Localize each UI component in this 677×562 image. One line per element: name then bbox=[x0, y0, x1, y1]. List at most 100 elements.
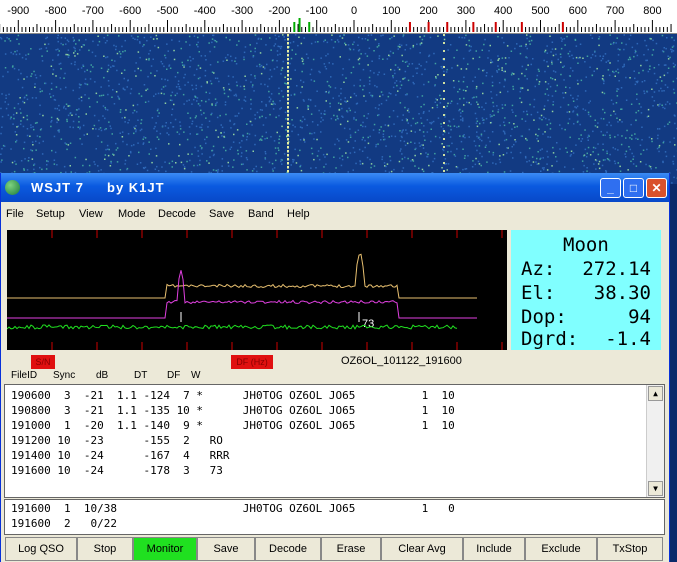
average-row: 191600 2 0/22 bbox=[11, 517, 117, 530]
dgrd-label: Dgrd: bbox=[521, 328, 579, 350]
scroll-up-arrow[interactable]: ▲ bbox=[648, 386, 663, 401]
menu-file[interactable]: File bbox=[6, 208, 24, 220]
menu-help[interactable]: Help bbox=[287, 208, 310, 220]
tone-marker-label: 73 bbox=[362, 318, 374, 330]
signal-trace bbox=[287, 86, 289, 89]
ruler-label: 100 bbox=[382, 5, 400, 17]
save-button[interactable]: Save bbox=[197, 537, 255, 561]
maximize-button[interactable]: □ bbox=[623, 178, 644, 198]
ruler-label: 600 bbox=[569, 5, 587, 17]
header-db: dB bbox=[96, 370, 109, 381]
signal-trace bbox=[287, 70, 289, 73]
signal-trace bbox=[287, 114, 289, 117]
signal-trace bbox=[287, 102, 289, 105]
signal-trace bbox=[287, 150, 289, 153]
ruler-label: -500 bbox=[156, 5, 178, 17]
signal-trace bbox=[287, 134, 289, 137]
signal-trace bbox=[287, 34, 289, 37]
signal-trace bbox=[287, 94, 289, 97]
menu-view[interactable]: View bbox=[79, 208, 103, 220]
signal-trace bbox=[443, 138, 445, 140]
average-text-box[interactable]: 191600 1 10/38 JH0TOG OZ6OL JO65 1 0 191… bbox=[4, 499, 665, 535]
header-dt: DT bbox=[134, 370, 148, 381]
signal-trace bbox=[443, 170, 445, 172]
decode-row: 190600 3 -21 1.1 -124 7 * JH0TOG OZ6OL J… bbox=[11, 389, 455, 402]
az-value: 272.14 bbox=[582, 258, 651, 280]
signal-trace bbox=[443, 58, 445, 60]
ruler-label: -400 bbox=[194, 5, 216, 17]
sync-badge: S/N bbox=[31, 355, 55, 369]
ruler-label: -800 bbox=[45, 5, 67, 17]
monitor-button[interactable]: Monitor bbox=[133, 537, 197, 561]
signal-trace bbox=[443, 98, 445, 100]
signal-trace bbox=[443, 114, 445, 116]
decoded-text-box[interactable]: 190600 3 -21 1.1 -124 7 * JH0TOG OZ6OL J… bbox=[4, 384, 665, 498]
dop-label: Dop: bbox=[521, 306, 567, 328]
spectrum-plot[interactable]: 73 bbox=[6, 230, 507, 350]
signal-trace bbox=[287, 162, 289, 165]
signal-trace bbox=[443, 146, 445, 148]
decode-row: 191600 10 -24 -178 3 73 bbox=[11, 464, 223, 477]
signal-trace bbox=[287, 58, 289, 61]
signal-trace bbox=[287, 66, 289, 69]
frequency-ruler: -900 -800 -700 -600 -500 -400 -300 -200 -100 0 100… bbox=[0, 0, 677, 34]
signal-trace bbox=[287, 122, 289, 125]
menu-band[interactable]: Band bbox=[248, 208, 274, 220]
signal-trace bbox=[287, 62, 289, 65]
clear-avg-button[interactable]: Clear Avg bbox=[381, 537, 463, 561]
signal-trace bbox=[287, 90, 289, 93]
exclude-button[interactable]: Exclude bbox=[525, 537, 597, 561]
signal-trace bbox=[287, 74, 289, 77]
signal-trace bbox=[287, 166, 289, 169]
signal-trace bbox=[287, 146, 289, 149]
menu-decode[interactable]: Decode bbox=[158, 208, 196, 220]
title-bar[interactable]: WSJT 7 by K1JT _ □ ✕ bbox=[1, 173, 669, 202]
frequency-scale: -900 -800 -700 -600 -500 -400 -300 -200 -100 0 100… bbox=[0, 5, 672, 32]
signal-trace bbox=[287, 158, 289, 161]
erase-button[interactable]: Erase bbox=[321, 537, 381, 561]
globe-icon bbox=[5, 180, 20, 195]
trace-orange bbox=[7, 253, 477, 299]
decode-scrollbar[interactable]: ▲ ▼ bbox=[646, 385, 664, 497]
signal-trace bbox=[443, 82, 445, 84]
trace-green bbox=[6, 324, 458, 330]
el-label: El: bbox=[521, 282, 556, 304]
signal-trace bbox=[443, 122, 445, 124]
include-button[interactable]: Include bbox=[463, 537, 525, 561]
ruler-label: 0 bbox=[351, 5, 357, 17]
dop-value: 94 bbox=[628, 306, 651, 328]
menu-save[interactable]: Save bbox=[209, 208, 234, 220]
signal-trace bbox=[443, 162, 445, 164]
current-filename: OZ6OL_101122_191600 bbox=[341, 355, 462, 367]
stop-button[interactable]: Stop bbox=[77, 537, 133, 561]
ruler-label: -300 bbox=[231, 5, 253, 17]
close-button[interactable]: ✕ bbox=[646, 178, 667, 198]
waterfall-canvas bbox=[0, 34, 677, 184]
menu-setup[interactable]: Setup bbox=[36, 208, 65, 220]
signal-trace bbox=[287, 54, 289, 57]
signal-trace bbox=[443, 154, 445, 156]
scroll-down-arrow[interactable]: ▼ bbox=[648, 481, 663, 496]
waterfall-display[interactable] bbox=[0, 34, 677, 184]
decode-button[interactable]: Decode bbox=[255, 537, 321, 561]
log-qso-button[interactable]: Log QSO bbox=[5, 537, 77, 561]
menu-mode[interactable]: Mode bbox=[118, 208, 146, 220]
signal-trace bbox=[287, 126, 289, 129]
ruler-label: -600 bbox=[119, 5, 141, 17]
ruler-label: -100 bbox=[306, 5, 328, 17]
ruler-label: 200 bbox=[419, 5, 437, 17]
decode-row: 191400 10 -24 -167 4 RRR bbox=[11, 449, 230, 462]
header-fileid: FileID bbox=[11, 370, 38, 381]
signal-trace bbox=[287, 46, 289, 49]
signal-trace bbox=[287, 42, 289, 45]
waterfall-bg bbox=[0, 34, 677, 184]
ruler-label: 400 bbox=[494, 5, 512, 17]
signal-trace bbox=[287, 130, 289, 133]
signal-trace bbox=[443, 106, 445, 108]
ruler-label: -900 bbox=[7, 5, 29, 17]
signal-trace bbox=[287, 38, 289, 41]
txstop-button[interactable]: TxStop bbox=[597, 537, 663, 561]
header-df: DF bbox=[167, 370, 181, 381]
minimize-button[interactable]: _ bbox=[600, 178, 621, 198]
signal-trace bbox=[443, 90, 445, 92]
